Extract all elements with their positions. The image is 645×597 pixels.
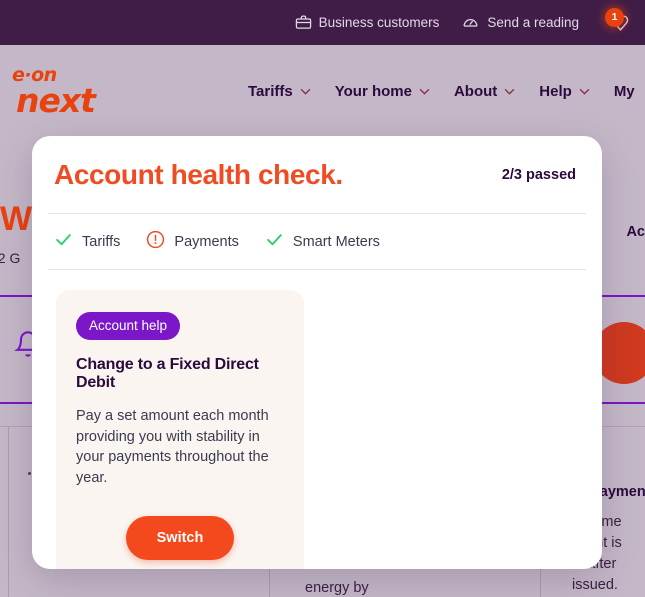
utility-link-label: Business customers [318, 15, 440, 30]
health-check-status-row: Tariffs Payments Smart Meters [32, 214, 602, 269]
check-icon [265, 230, 284, 254]
help-cards-carousel: Account help Change to a Fixed Direct De… [32, 270, 602, 569]
bg-account-label-right: Ac [626, 224, 645, 240]
bg-column-divider [8, 427, 9, 597]
nav-item-label: Tariffs [248, 83, 293, 100]
nav-item-your-home[interactable]: Your home [335, 83, 430, 100]
logo-next-text: next [16, 81, 96, 121]
modal-passed-count: 2/3 passed [501, 166, 576, 183]
bg-account-number: 92 G [0, 250, 21, 266]
check-icon [54, 230, 73, 254]
utility-link-label: Send a reading [487, 15, 579, 30]
promo-card-cta-wrap: Switch [76, 516, 284, 560]
chevron-down-icon [504, 88, 515, 95]
promo-card-body: Pay a set amount each month providing yo… [76, 408, 269, 486]
chevron-down-icon [300, 88, 311, 95]
bg-energy-text: energy by [305, 580, 369, 596]
switch-button[interactable]: Switch [125, 516, 235, 560]
status-item-payments[interactable]: Payments [146, 230, 239, 254]
notifications-heart[interactable]: 1 [605, 7, 635, 38]
notification-badge: 1 [605, 7, 624, 27]
bg-bullet-dot [28, 472, 31, 475]
main-nav: e·on next Tariffs Your home About Help M… [0, 45, 645, 138]
nav-item-label: Help [539, 83, 572, 100]
status-item-tariffs[interactable]: Tariffs [54, 230, 120, 254]
account-health-check-modal: Account health check. 2/3 passed Tariffs… [32, 136, 602, 569]
status-item-label: Tariffs [82, 233, 121, 250]
chevron-down-icon [419, 88, 430, 95]
utility-bar: Business customers Send a reading 1 [0, 0, 645, 45]
promo-card-pill: Account help [76, 312, 181, 340]
nav-item-label: My [613, 83, 635, 100]
utility-link-send-a-reading[interactable]: Send a reading [461, 14, 579, 31]
bg-next-payment-line: issued. [572, 577, 618, 593]
alert-icon [146, 230, 165, 254]
status-item-label: Smart Meters [292, 233, 380, 250]
nav-item-my-account[interactable]: My [614, 83, 635, 100]
status-item-smart-meters[interactable]: Smart Meters [265, 230, 380, 254]
modal-title: Account health check. [54, 158, 343, 190]
promo-card-fixed-direct-debit: Account help Change to a Fixed Direct De… [56, 290, 304, 569]
nav-item-about[interactable]: About [454, 83, 515, 100]
meter-icon [461, 14, 480, 31]
nav-item-label: About [453, 83, 498, 100]
utility-link-business-customers[interactable]: Business customers [295, 14, 440, 31]
nav-item-tariffs[interactable]: Tariffs [248, 83, 311, 100]
status-item-label: Payments [174, 233, 239, 250]
modal-header: Account health check. 2/3 passed [32, 136, 602, 213]
carousel-next-button[interactable] [582, 452, 602, 492]
nav-item-help[interactable]: Help [539, 83, 590, 100]
nav-item-label: Your home [334, 83, 412, 100]
briefcase-icon [295, 14, 312, 31]
chevron-right-icon [595, 460, 602, 484]
chevron-down-icon [579, 88, 590, 95]
nav-items: Tariffs Your home About Help My [248, 83, 635, 100]
eon-next-logo[interactable]: e·on next [12, 66, 108, 121]
promo-card-title: Change to a Fixed Direct Debit [76, 356, 259, 391]
